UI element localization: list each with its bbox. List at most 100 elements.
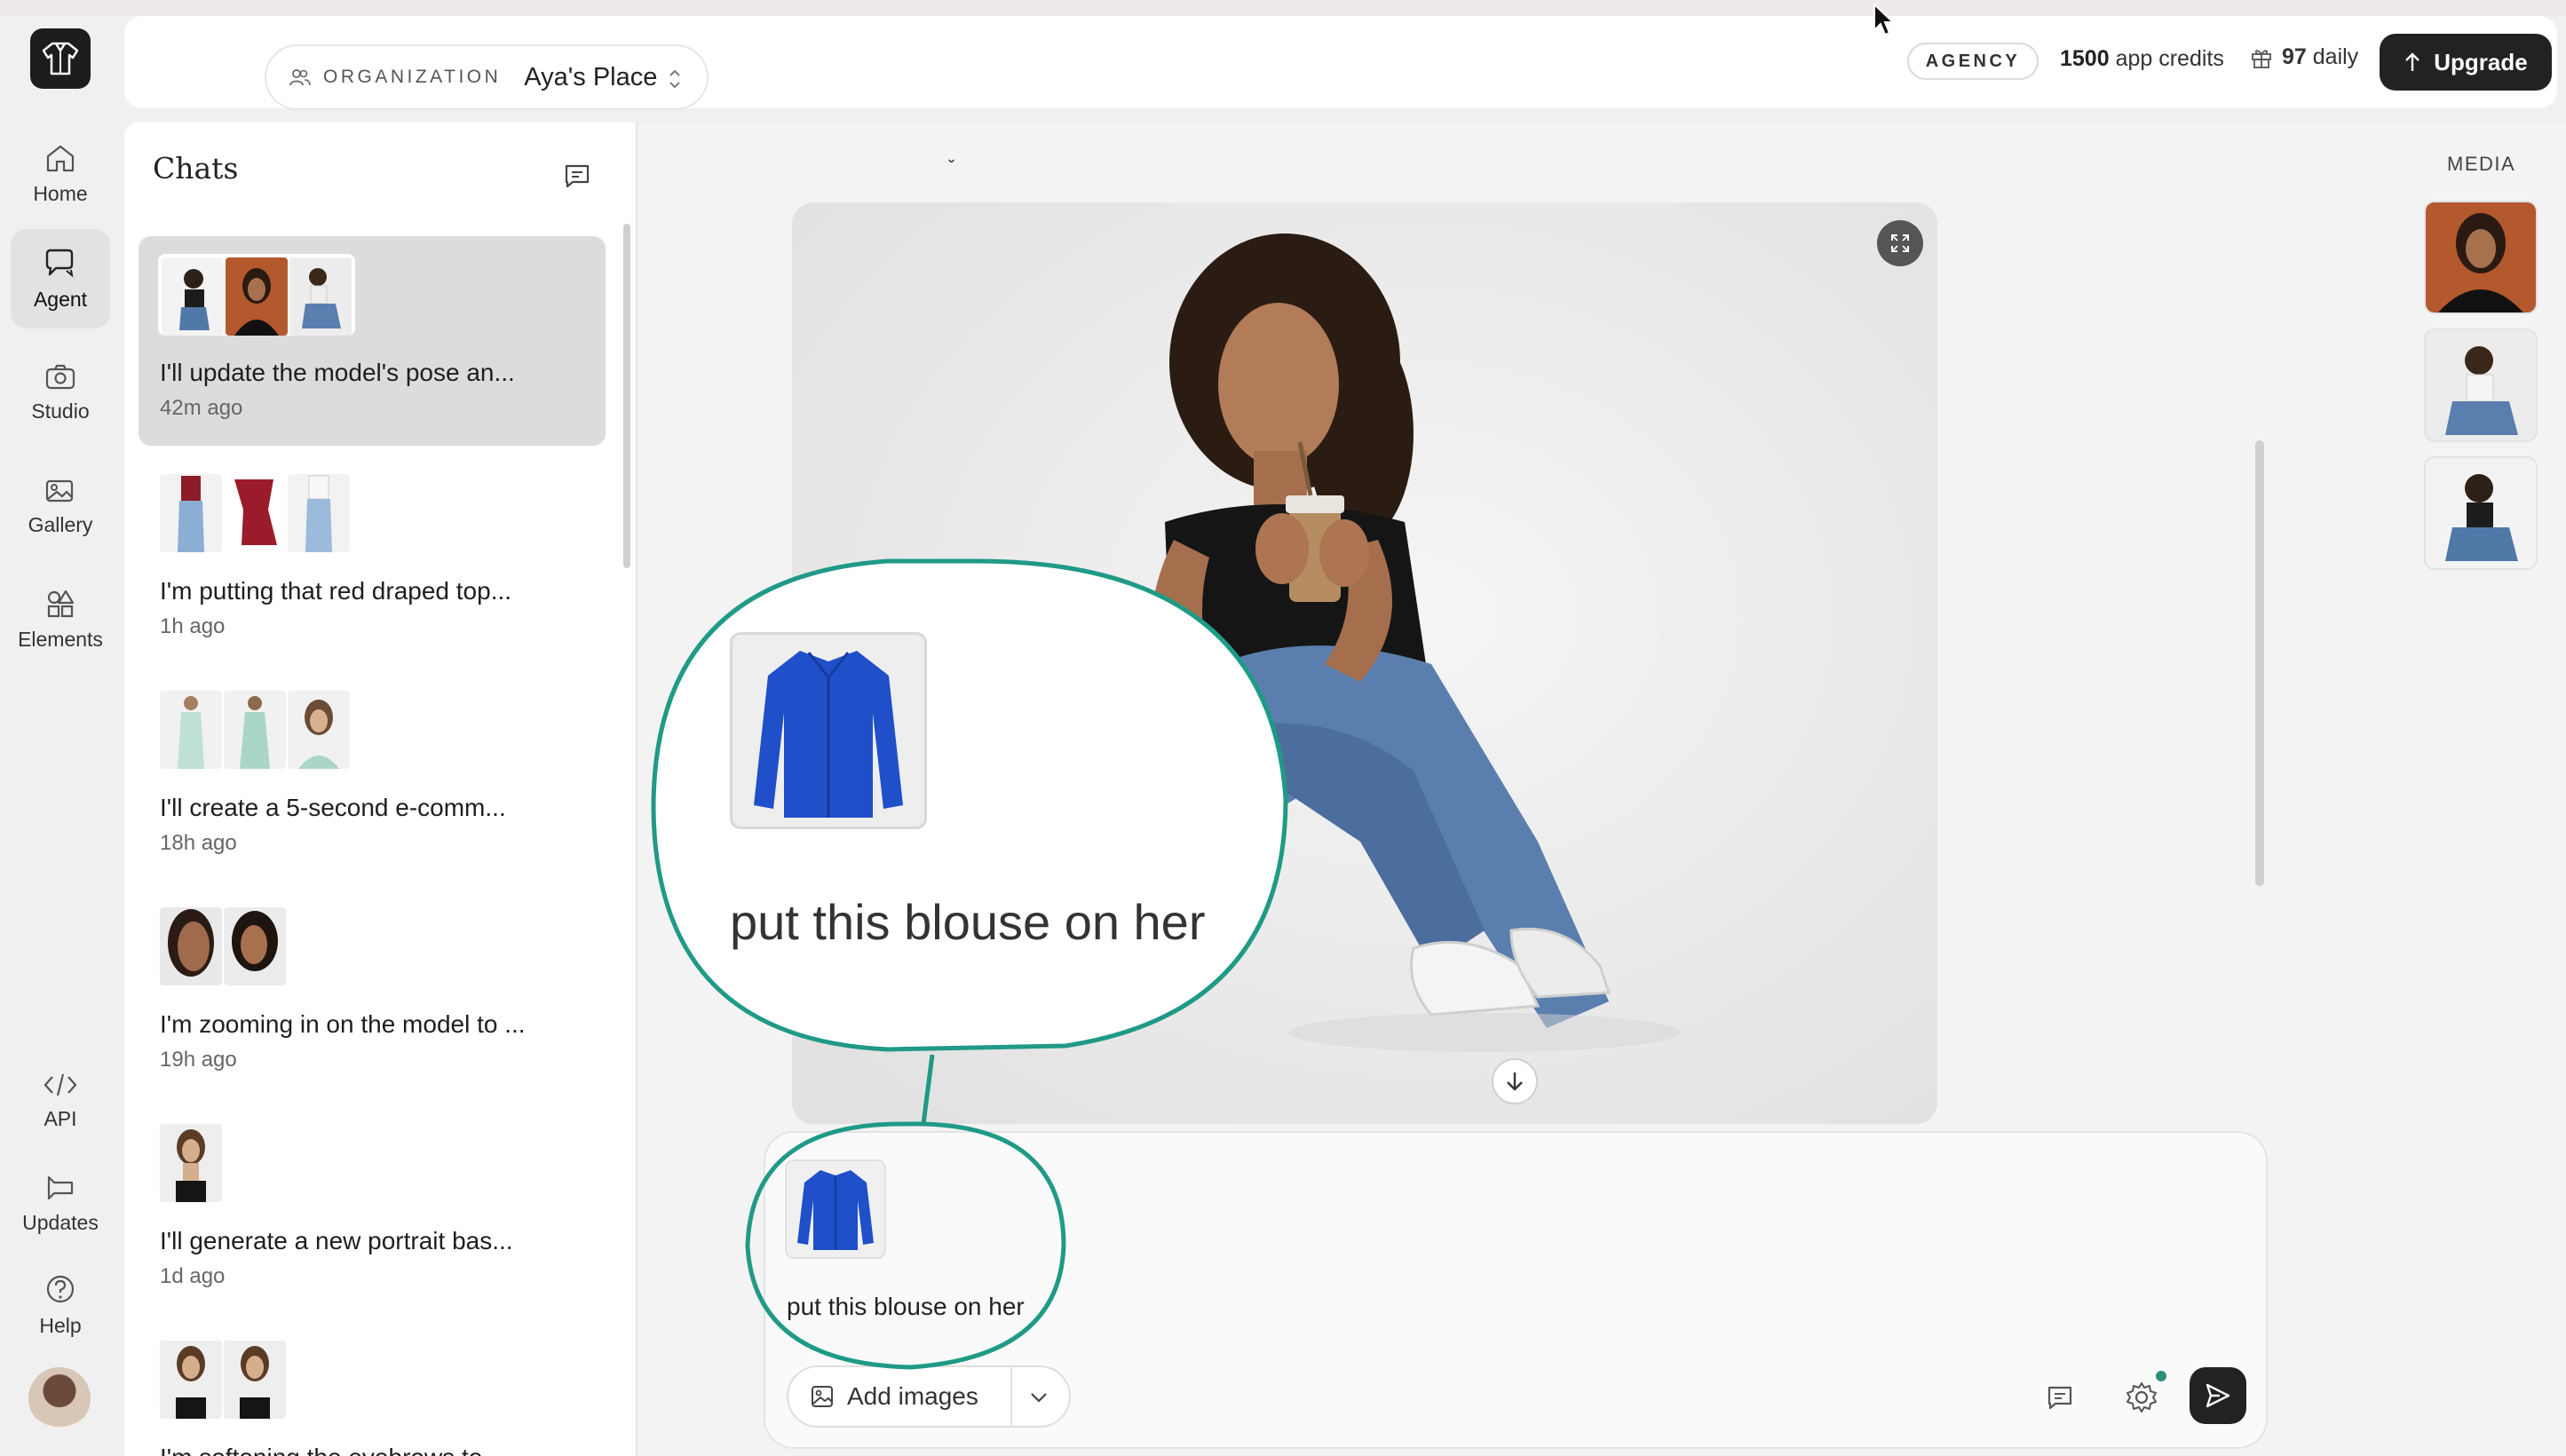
- add-images-label: Add images: [847, 1382, 978, 1410]
- organization-switcher[interactable]: ORGANIZATION Aya's Place: [265, 44, 709, 110]
- nav-help[interactable]: Help: [11, 1255, 110, 1355]
- chats-scrollbar[interactable]: [623, 224, 630, 568]
- chats-title: Chats: [153, 151, 239, 186]
- camera-icon: [45, 364, 75, 389]
- add-images-button[interactable]: Add images: [787, 1365, 1071, 1428]
- chat-thumbnails: [160, 1341, 286, 1422]
- chat-title: I'll generate a new portrait bas...: [160, 1227, 513, 1254]
- chat-time: 18h ago: [160, 831, 237, 855]
- nav-api-label: API: [44, 1106, 77, 1130]
- user-avatar[interactable]: [28, 1367, 91, 1429]
- chat-title: I'll update the model's pose an...: [160, 359, 515, 386]
- callout-blouse-image: [730, 632, 927, 829]
- chevron-up-down-icon: [669, 69, 680, 89]
- daily-credits: 97 daily: [2250, 44, 2358, 70]
- attached-image[interactable]: [785, 1159, 886, 1259]
- nav-home-label: Home: [33, 181, 88, 205]
- window-top-strip: [0, 0, 2566, 16]
- chat-thumbnail: [224, 691, 286, 769]
- nav-elements[interactable]: Elements: [11, 570, 110, 669]
- chat-title: I'll create a 5-second e-comm...: [160, 794, 506, 821]
- chat-title: I'm putting that red draped top...: [160, 577, 512, 605]
- image-icon: [812, 1386, 833, 1407]
- button-separator: [1010, 1367, 1012, 1426]
- model-photo: [792, 202, 1937, 1124]
- nav-agent[interactable]: Agent: [11, 229, 110, 328]
- send-button[interactable]: [2190, 1367, 2246, 1424]
- media-thumbnail[interactable]: [2424, 456, 2538, 570]
- nav-help-label: Help: [39, 1313, 82, 1337]
- nav-home[interactable]: Home: [11, 124, 110, 224]
- app-logo[interactable]: [30, 28, 91, 89]
- nav-updates[interactable]: Updates: [11, 1154, 110, 1254]
- main-scrollbar[interactable]: [2255, 440, 2264, 886]
- chat-icon: [45, 249, 74, 277]
- expand-icon: [1891, 234, 1909, 252]
- chat-thumbnails: [160, 1124, 222, 1206]
- upgrade-label: Upgrade: [2434, 48, 2528, 75]
- chat-thumbnail: [288, 691, 350, 769]
- composer-message[interactable]: put this blouse on her: [787, 1293, 1025, 1321]
- chat-title: I'm zooming in on the model to ...: [160, 1010, 526, 1038]
- settings-status-dot: [2156, 1371, 2166, 1381]
- daily-suffix: daily: [2312, 44, 2359, 69]
- organization-name: Aya's Place: [524, 62, 658, 91]
- credits-suffix: app credits: [2115, 46, 2224, 71]
- chat-item[interactable]: I'll update the model's pose an... 42m a…: [139, 236, 606, 446]
- nav-gallery-label: Gallery: [28, 512, 93, 536]
- nav-agent-label: Agent: [33, 287, 88, 311]
- chat-thumbnail: [226, 257, 288, 336]
- comment-button[interactable]: [2044, 1381, 2076, 1413]
- blouse-icon: [754, 651, 903, 818]
- scroll-to-bottom-button[interactable]: [1492, 1058, 1538, 1104]
- panel-divider: [636, 123, 638, 1456]
- mouse-cursor-icon: [1873, 2, 1895, 36]
- arrow-up-icon: [2405, 52, 2420, 71]
- media-thumbnail[interactable]: [2424, 328, 2538, 442]
- chat-title: I'm softening the eyebrows to...: [160, 1444, 503, 1456]
- chat-item[interactable]: I'm softening the eyebrows to...: [139, 1321, 606, 1456]
- collapse-toggle[interactable]: ˇ: [948, 156, 954, 179]
- arrow-down-icon: [1507, 1072, 1523, 1091]
- chat-item[interactable]: I'll create a 5-second e-comm... 18h ago: [139, 671, 606, 881]
- chat-thumbnail: [160, 1341, 222, 1419]
- credits-value: 1500: [2060, 46, 2110, 71]
- chat-time: 19h ago: [160, 1048, 237, 1072]
- nav-elements-label: Elements: [18, 627, 103, 651]
- code-icon: [44, 1073, 77, 1096]
- blouse-thumbnail: [797, 1170, 874, 1250]
- chat-item[interactable]: I'm putting that red draped top... 1h ag…: [139, 455, 606, 664]
- upgrade-button[interactable]: Upgrade: [2380, 34, 2552, 91]
- new-chat-button[interactable]: [559, 158, 595, 194]
- nav-updates-label: Updates: [22, 1210, 99, 1234]
- nav-gallery[interactable]: Gallery: [11, 456, 110, 556]
- chats-panel: Chats I'll update the model's pose an...…: [124, 123, 636, 1456]
- settings-button[interactable]: [2124, 1380, 2159, 1415]
- chat-thumbnail: [289, 257, 352, 336]
- nav-api[interactable]: API: [11, 1051, 110, 1151]
- chat-thumbnails: [160, 474, 350, 556]
- plan-badge: AGENCY: [1907, 43, 2039, 80]
- send-icon: [2206, 1383, 2230, 1408]
- daily-value: 97: [2282, 44, 2307, 69]
- callout-text: put this blouse on her: [730, 894, 1206, 950]
- chat-time: 1h ago: [160, 614, 226, 638]
- comment-icon: [2047, 1386, 2072, 1410]
- nav-studio[interactable]: Studio: [11, 343, 110, 442]
- chat-thumbnail: [224, 1341, 286, 1419]
- chat-item[interactable]: I'm zooming in on the model to ... 19h a…: [139, 888, 606, 1097]
- generated-image-card[interactable]: [792, 202, 1937, 1124]
- chat-thumbnails: [158, 254, 355, 336]
- help-icon: [46, 1275, 75, 1302]
- megaphone-icon: [47, 1175, 74, 1199]
- users-icon: [289, 69, 311, 86]
- home-icon: [46, 145, 75, 171]
- chat-item[interactable]: I'll generate a new portrait bas... 1d a…: [139, 1104, 606, 1314]
- expand-image-button[interactable]: [1877, 220, 1923, 266]
- new-chat-icon: [565, 164, 590, 188]
- chevron-down-icon[interactable]: [1026, 1385, 1051, 1410]
- chat-thumbnail: [162, 257, 224, 336]
- chat-thumbnail: [160, 474, 222, 552]
- chat-time: 42m ago: [160, 396, 243, 420]
- media-thumbnail[interactable]: [2424, 201, 2538, 314]
